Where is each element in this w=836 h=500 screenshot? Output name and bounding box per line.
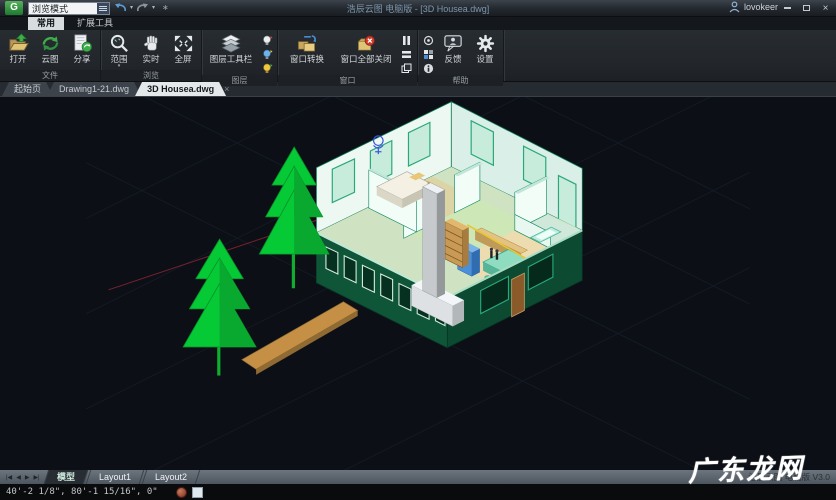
app-window: G 浏览模式 ▾ ▾ ∗ 浩辰云图 电脑版 - [3D Housea.dwg] (0, 0, 836, 500)
layout-tab-layout1[interactable]: Layout1 (85, 470, 144, 484)
cascade-windows-icon[interactable] (399, 62, 414, 75)
minimize-button[interactable] (781, 2, 794, 15)
target-circle-icon[interactable] (421, 34, 436, 47)
group-label-window: 窗口 (278, 75, 417, 86)
share-button[interactable]: 分享 (67, 32, 97, 64)
front-door (512, 273, 525, 317)
customize-toolbar-icon[interactable]: ∗ (162, 3, 169, 12)
magnifier-icon (108, 33, 131, 54)
tile-horizontal-icon[interactable] (399, 48, 414, 61)
feedback-bubble-icon (442, 33, 465, 54)
close-button[interactable]: × (819, 2, 832, 15)
layers-stack-icon (219, 33, 243, 54)
last-layout-icon[interactable]: ▶| (33, 474, 39, 481)
tile-vertical-icon[interactable] (399, 34, 414, 47)
prev-layout-icon[interactable]: ◀ (16, 474, 21, 481)
layer-on-bulb-icon[interactable] (259, 34, 274, 47)
window-switch-icon (295, 33, 319, 54)
user-name: lovokeer (744, 2, 778, 12)
tab-common[interactable]: 常用 (28, 15, 64, 30)
feedback-button[interactable]: 反馈 (438, 32, 468, 64)
next-layout-icon[interactable]: ▶ (25, 474, 30, 481)
quick-access-toolbar: ▾ ▾ ∗ (114, 2, 169, 13)
cloud-button[interactable]: 云图 (35, 32, 65, 64)
walkway (242, 302, 358, 375)
layer-lock-bulb-icon[interactable] (259, 62, 274, 75)
window-switch-button[interactable]: 窗口转换 (281, 32, 333, 64)
fullscreen-button[interactable]: 全屏 (168, 32, 198, 64)
open-button[interactable]: 打开 (3, 32, 33, 64)
ribbon: 打开 云图 (0, 30, 836, 82)
group-label-browse: 浏览 (101, 70, 201, 81)
cloud-sync-icon (39, 33, 62, 54)
range-caret-icon[interactable]: ▾ (118, 64, 121, 68)
coordinates-readout: 40'-2 1/8", 80'-1 15/16", 0" (6, 487, 158, 497)
fullscreen-arrows-icon (172, 33, 195, 54)
app-logo-icon[interactable]: G (5, 1, 23, 15)
ribbon-group-browse: 范围 ▾ 实时 (101, 30, 202, 81)
zoom-extents-button[interactable]: 范围 ▾ (104, 32, 134, 68)
settings-button[interactable]: 设置 (470, 32, 500, 64)
drawing-viewport (0, 97, 836, 470)
ribbon-group-window: 窗口转换 窗口全部关闭 (278, 30, 418, 81)
undo-icon[interactable] (114, 2, 127, 13)
redo-caret-icon[interactable]: ▾ (152, 4, 155, 11)
pan-realtime-button[interactable]: 实时 (136, 32, 166, 64)
info-icon[interactable] (421, 62, 436, 75)
watermark-text: 广东龙网 (687, 446, 804, 489)
grid-squares-icon[interactable] (421, 48, 436, 61)
bookshelf (445, 218, 469, 267)
drawing-canvas[interactable] (0, 97, 836, 470)
title-bar: G 浏览模式 ▾ ▾ ∗ 浩辰云图 电脑版 - [3D Housea.dwg] (0, 0, 836, 17)
chimney (423, 183, 445, 298)
status-user-icon[interactable] (176, 487, 187, 498)
layer-freeze-bulb-icon[interactable] (259, 48, 274, 61)
user-icon (729, 1, 740, 13)
ribbon-tab-bar: 常用 扩展工具 (0, 17, 836, 30)
ribbon-group-help: 反馈 设置 帮助 (418, 30, 504, 81)
maximize-button[interactable] (800, 2, 813, 15)
window-close-all-icon (354, 33, 378, 54)
mode-select-value: 浏览模式 (29, 2, 97, 15)
ribbon-group-layer: 图层工具栏 图层 (202, 30, 278, 81)
window-close-all-button[interactable]: 窗口全部关闭 (335, 32, 397, 64)
ribbon-group-file: 打开 云图 (0, 30, 101, 81)
file-tab-start-page[interactable]: 起始页 (2, 82, 53, 96)
first-layout-icon[interactable]: |◀ (6, 474, 12, 481)
layout-tab-model[interactable]: 模型 (43, 470, 88, 484)
pan-hand-icon (140, 33, 163, 54)
tab-extended-tools[interactable]: 扩展工具 (68, 15, 122, 30)
layer-toolbar-button[interactable]: 图层工具栏 (205, 32, 257, 64)
mode-select[interactable]: 浏览模式 (28, 2, 110, 15)
redo-icon[interactable] (136, 2, 149, 13)
app-title: 浩辰云图 电脑版 - [3D Housea.dwg] (347, 2, 490, 15)
gear-icon (474, 33, 497, 54)
group-label-file: 文件 (0, 70, 100, 81)
undo-caret-icon[interactable]: ▾ (130, 4, 133, 11)
mode-dropdown-icon[interactable] (97, 3, 109, 14)
file-tab-drawing1[interactable]: Drawing1-21.dwg (47, 82, 141, 96)
share-doc-icon (71, 33, 94, 54)
layout-tab-layout2[interactable]: Layout2 (141, 470, 200, 484)
open-folder-icon (7, 33, 30, 54)
user-zone[interactable]: lovokeer (729, 1, 778, 13)
group-label-help: 帮助 (418, 75, 503, 86)
status-grid-toggle-icon[interactable] (192, 487, 203, 498)
file-tab-3d-housea[interactable]: 3D Housea.dwg (135, 82, 226, 96)
